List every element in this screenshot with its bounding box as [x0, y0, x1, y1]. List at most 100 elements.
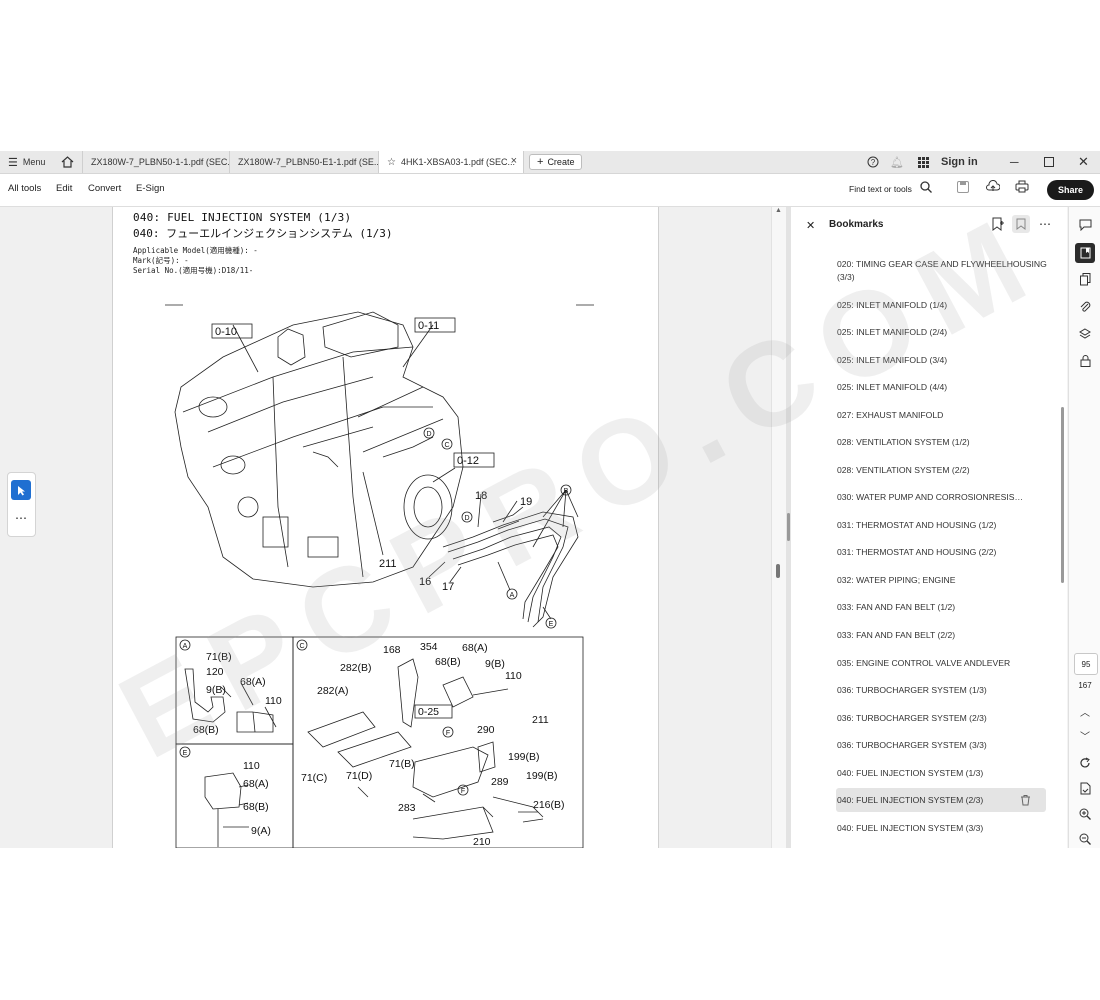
bookmark-item[interactable]: 025: INLET MANIFOLD (1/4) [837, 299, 1052, 312]
minimize-icon[interactable]: ─ [1010, 151, 1019, 173]
callout-0-25: 0-25 [418, 706, 439, 718]
callout-e-68b: 68(B) [243, 801, 269, 813]
callout-e-9a: 9(A) [251, 825, 271, 837]
close-panel-icon[interactable]: ✕ [806, 219, 815, 232]
tab-document-1[interactable]: ZX180W-7_PLBN50-1-1.pdf (SEC... [82, 151, 230, 173]
svg-text:F: F [446, 730, 450, 737]
bookmark-item[interactable]: 032: WATER PIPING; ENGINE [837, 574, 1052, 587]
more-tools-icon[interactable]: ⋯ [15, 511, 27, 525]
bell-icon[interactable]: 🔔︎ [890, 151, 904, 173]
document-scrollbar[interactable]: ▲ [771, 207, 786, 848]
save-icon[interactable] [957, 181, 969, 196]
pages-icon[interactable] [1077, 271, 1093, 287]
document-scroll-thumb[interactable] [776, 564, 780, 578]
upload-cloud-icon[interactable] [986, 180, 1001, 196]
bookmark-item-selected[interactable]: 040: FUEL INJECTION SYSTEM (2/3) [837, 794, 1012, 807]
convert-button[interactable]: Convert [88, 183, 121, 194]
callout-0-10: 0-10 [215, 326, 237, 338]
e-sign-button[interactable]: E-Sign [136, 183, 165, 194]
bookmark-item[interactable]: 028: VENTILATION SYSTEM (2/2) [837, 464, 1052, 477]
bookmark-item[interactable]: 040: FUEL INJECTION SYSTEM (1/3) [837, 767, 1052, 780]
add-bookmark-icon[interactable] [992, 217, 1004, 236]
close-window-icon[interactable]: ✕ [1078, 151, 1089, 173]
bookmark-item[interactable]: 025: INLET MANIFOLD (4/4) [837, 381, 1052, 394]
share-button[interactable]: Share [1047, 180, 1094, 200]
menu-button[interactable]: ☰ Menu [8, 151, 45, 173]
bookmark-item[interactable]: 030: WATER PUMP AND CORROSIONRESISTOR [837, 491, 1027, 504]
bookmark-item[interactable]: 025: INLET MANIFOLD (2/4) [837, 326, 1052, 339]
more-options-icon[interactable]: ⋯ [1039, 217, 1051, 231]
bookmark-item[interactable]: 033: FAN AND FAN BELT (2/2) [837, 629, 1052, 642]
bookmark-item[interactable]: 036: TURBOCHARGER SYSTEM (3/3) [837, 739, 1052, 752]
callout-c-9b: 9(B) [485, 658, 505, 670]
help-icon[interactable]: ? [867, 151, 879, 173]
callout-16: 16 [419, 576, 431, 588]
parts-diagram: 0-10 0-11 0-12 18 19 211 16 17 D C D A B… [165, 304, 594, 848]
callout-c-211: 211 [532, 714, 549, 726]
find-text-button[interactable]: Find text or tools [849, 184, 912, 194]
total-pages: 167 [1078, 681, 1092, 690]
apps-grid-icon[interactable] [918, 151, 929, 173]
callout-c-71d: 71(D) [346, 770, 372, 782]
callout-a-68a: 68(A) [240, 676, 266, 688]
bookmark-item[interactable]: 033: FAN AND FAN BELT (1/2) [837, 601, 1052, 614]
tab-document-2[interactable]: ZX180W-7_PLBN50-E1-1.pdf (SE... [230, 151, 379, 173]
bookmark-item[interactable]: 027: EXHAUST MANIFOLD [837, 409, 1052, 422]
bookmark-item[interactable]: 020: TIMING GEAR CASE AND FLYWHEELHOUSIN… [837, 258, 1052, 284]
svg-text:F: F [461, 788, 465, 795]
callout-e-68a: 68(A) [243, 778, 269, 790]
zoom-out-icon[interactable] [1077, 831, 1093, 847]
comment-icon[interactable] [1077, 217, 1093, 233]
bookmark-item[interactable]: 036: TURBOCHARGER SYSTEM (2/3) [837, 712, 1052, 725]
callout-0-11: 0-11 [418, 320, 439, 332]
svg-text:B: B [564, 488, 569, 495]
maximize-icon[interactable] [1044, 151, 1054, 173]
bookmarks-panel-icon[interactable] [1075, 243, 1095, 263]
lock-icon[interactable] [1077, 353, 1093, 369]
callout-c-199b-2: 199(B) [526, 770, 558, 782]
rotate-icon[interactable] [1077, 755, 1093, 771]
star-icon[interactable]: ☆ [387, 157, 396, 168]
bookmark-item[interactable]: 031: THERMOSTAT AND HOUSING (1/2) [837, 519, 1052, 532]
pdf-page: 040: FUEL INJECTION SYSTEM (1/3) 040: フュ… [112, 207, 659, 848]
create-button[interactable]: + Create [529, 154, 583, 170]
bookmark-item[interactable]: 040: FUEL INJECTION SYSTEM (3/3) [837, 822, 1052, 835]
svg-text:E: E [183, 750, 188, 757]
page-fit-icon[interactable] [1077, 780, 1093, 796]
callout-0-12: 0-12 [457, 455, 479, 467]
attachment-icon[interactable] [1077, 299, 1093, 315]
callout-c-68b: 68(B) [435, 656, 461, 668]
bookmark-icon[interactable] [1012, 215, 1030, 233]
hamburger-icon: ☰ [8, 156, 18, 169]
zoom-in-icon[interactable] [1077, 806, 1093, 822]
search-icon[interactable] [920, 181, 932, 196]
quick-tools-panel: ⋯ [7, 472, 36, 537]
select-tool-icon[interactable] [11, 480, 31, 500]
callout-c-283: 283 [398, 802, 416, 814]
callout-a-71b: 71(B) [206, 651, 232, 663]
bookmarks-scroll-thumb[interactable] [1061, 407, 1064, 583]
bookmark-item[interactable]: 031: THERMOSTAT AND HOUSING (2/2) [837, 546, 1052, 559]
edit-button[interactable]: Edit [56, 183, 72, 194]
next-page-icon[interactable]: ﹀ [1077, 727, 1093, 743]
svg-text:E: E [549, 621, 554, 628]
close-tab-icon[interactable]: × [511, 155, 517, 167]
bookmark-item[interactable]: 028: VENTILATION SYSTEM (1/2) [837, 436, 1052, 449]
svg-text:?: ? [871, 158, 876, 167]
layers-icon[interactable] [1077, 326, 1093, 342]
callout-c-210: 210 [473, 836, 491, 848]
all-tools-button[interactable]: All tools [8, 183, 41, 194]
previous-page-icon[interactable]: ︿ [1077, 703, 1093, 719]
trash-icon[interactable] [1020, 793, 1031, 811]
callout-e-110: 110 [243, 760, 260, 772]
bookmark-item[interactable]: 036: TURBOCHARGER SYSTEM (1/3) [837, 684, 1052, 697]
tab-document-3[interactable]: ☆ 4HK1-XBSA03-1.pdf (SEC... × [379, 151, 524, 173]
sign-in-button[interactable]: Sign in [941, 151, 978, 173]
home-icon[interactable] [61, 151, 74, 173]
document-viewport: ⋯ 040: FUEL INJECTION SYSTEM (1/3) 040: … [0, 207, 786, 848]
bookmark-item[interactable]: 025: INLET MANIFOLD (3/4) [837, 354, 1052, 367]
print-icon[interactable] [1015, 180, 1029, 196]
bookmark-item[interactable]: 035: ENGINE CONTROL VALVE ANDLEVER [837, 657, 1052, 670]
callout-c-110: 110 [505, 670, 522, 682]
current-page-input[interactable]: 95 [1074, 653, 1098, 675]
